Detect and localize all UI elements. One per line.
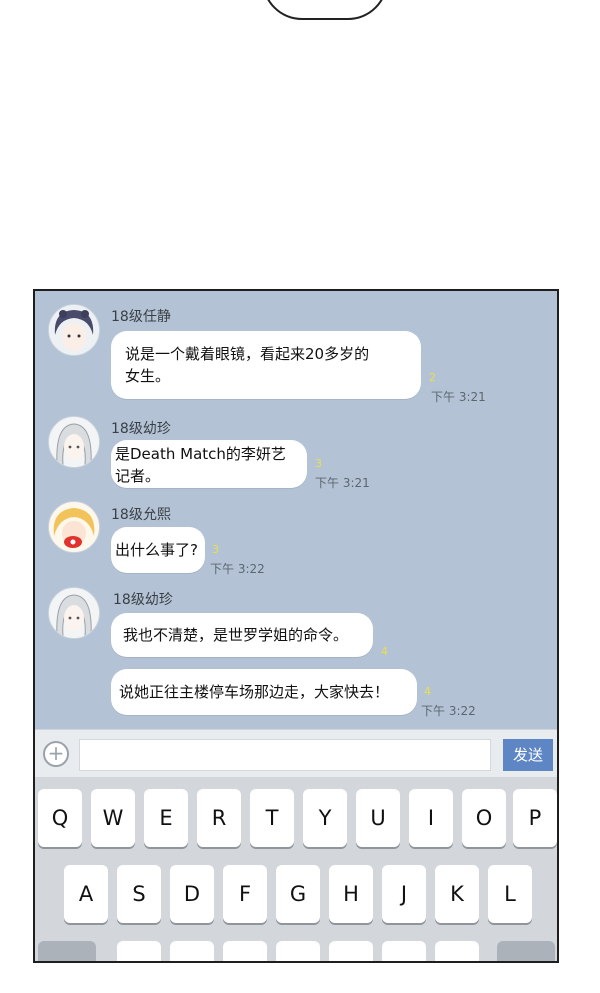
key-c[interactable] bbox=[223, 941, 267, 961]
timestamp: 下午 3:22 bbox=[210, 562, 265, 576]
key-y[interactable]: Y bbox=[303, 789, 347, 847]
key-x[interactable] bbox=[170, 941, 214, 961]
backspace-key[interactable] bbox=[497, 941, 555, 961]
message-text: 女生。 bbox=[125, 367, 171, 385]
key-e[interactable]: E bbox=[144, 789, 188, 847]
key-b[interactable] bbox=[329, 941, 373, 961]
key-d[interactable]: D bbox=[170, 865, 214, 923]
key-l[interactable]: L bbox=[488, 865, 532, 923]
key-v[interactable] bbox=[276, 941, 320, 961]
chat-area[interactable]: 18级任静 说是一个戴着眼镜，看起来20多岁的 女生。 2 下午 3:21 18… bbox=[35, 291, 557, 729]
message-bubble[interactable]: 说她正往主楼停车场那边走，大家快去！ bbox=[111, 669, 417, 715]
send-button[interactable]: 发送 bbox=[503, 739, 553, 771]
message-bubble[interactable]: 是Death Match的李妍艺 记者。 bbox=[111, 440, 307, 488]
message-text: 出什么事了? bbox=[115, 541, 198, 559]
sender-name: 18级幼珍 bbox=[111, 421, 171, 437]
key-u[interactable]: U bbox=[356, 789, 400, 847]
message-text: 我也不清楚，是世罗学姐的命令。 bbox=[123, 626, 349, 644]
sender-name: 18级任静 bbox=[111, 309, 171, 325]
read-count: 3 bbox=[212, 543, 219, 556]
key-p[interactable]: P bbox=[513, 789, 557, 847]
message-text: 记者。 bbox=[115, 467, 161, 485]
message-text: 是Death Match的李妍艺 bbox=[115, 445, 286, 463]
key-j[interactable]: J bbox=[382, 865, 426, 923]
message-bubble[interactable]: 我也不清楚，是世罗学姐的命令。 bbox=[111, 613, 373, 657]
timestamp: 下午 3:21 bbox=[431, 390, 486, 404]
avatar[interactable] bbox=[48, 304, 100, 356]
comic-speech-bubble bbox=[262, 0, 388, 20]
key-o[interactable]: O bbox=[462, 789, 506, 847]
key-f[interactable]: F bbox=[223, 865, 267, 923]
read-count: 3 bbox=[315, 457, 322, 470]
read-count: 4 bbox=[424, 685, 431, 698]
key-m[interactable] bbox=[435, 941, 479, 961]
key-s[interactable]: S bbox=[117, 865, 161, 923]
timestamp: 下午 3:22 bbox=[421, 704, 476, 718]
read-count: 2 bbox=[429, 371, 436, 384]
message-bubble[interactable]: 出什么事了? bbox=[111, 527, 205, 573]
message-text: 说她正往主楼停车场那边走，大家快去！ bbox=[119, 683, 390, 701]
key-r[interactable]: R bbox=[197, 789, 241, 847]
message-text: 说是一个戴着眼镜，看起来20多岁的 bbox=[125, 345, 370, 363]
key-t[interactable]: T bbox=[250, 789, 294, 847]
message-bubble[interactable]: 说是一个戴着眼镜，看起来20多岁的 女生。 bbox=[111, 331, 421, 399]
timestamp: 下午 3:21 bbox=[315, 476, 370, 490]
key-h[interactable]: H bbox=[329, 865, 373, 923]
key-a[interactable]: A bbox=[64, 865, 108, 923]
key-g[interactable]: G bbox=[276, 865, 320, 923]
phone-screen: 18级任静 说是一个戴着眼镜，看起来20多岁的 女生。 2 下午 3:21 18… bbox=[33, 289, 559, 963]
keyboard: Q W E R T Y U I O P A S D F G H J K L bbox=[35, 777, 557, 961]
key-n[interactable] bbox=[382, 941, 426, 961]
message-input-bar: + 发送 bbox=[35, 729, 557, 778]
key-i[interactable]: I bbox=[409, 789, 453, 847]
sender-name: 18级允熙 bbox=[111, 507, 171, 523]
key-q[interactable]: Q bbox=[38, 789, 82, 847]
key-w[interactable]: W bbox=[91, 789, 135, 847]
plus-circle-icon[interactable]: + bbox=[43, 741, 69, 767]
key-z[interactable] bbox=[117, 941, 161, 961]
key-k[interactable]: K bbox=[435, 865, 479, 923]
avatar[interactable] bbox=[48, 416, 100, 468]
message-input[interactable] bbox=[79, 739, 491, 771]
read-count: 4 bbox=[381, 645, 388, 658]
sender-name: 18级幼珍 bbox=[113, 592, 173, 608]
avatar[interactable] bbox=[48, 501, 100, 553]
shift-key[interactable] bbox=[38, 941, 96, 961]
avatar[interactable] bbox=[48, 587, 100, 639]
